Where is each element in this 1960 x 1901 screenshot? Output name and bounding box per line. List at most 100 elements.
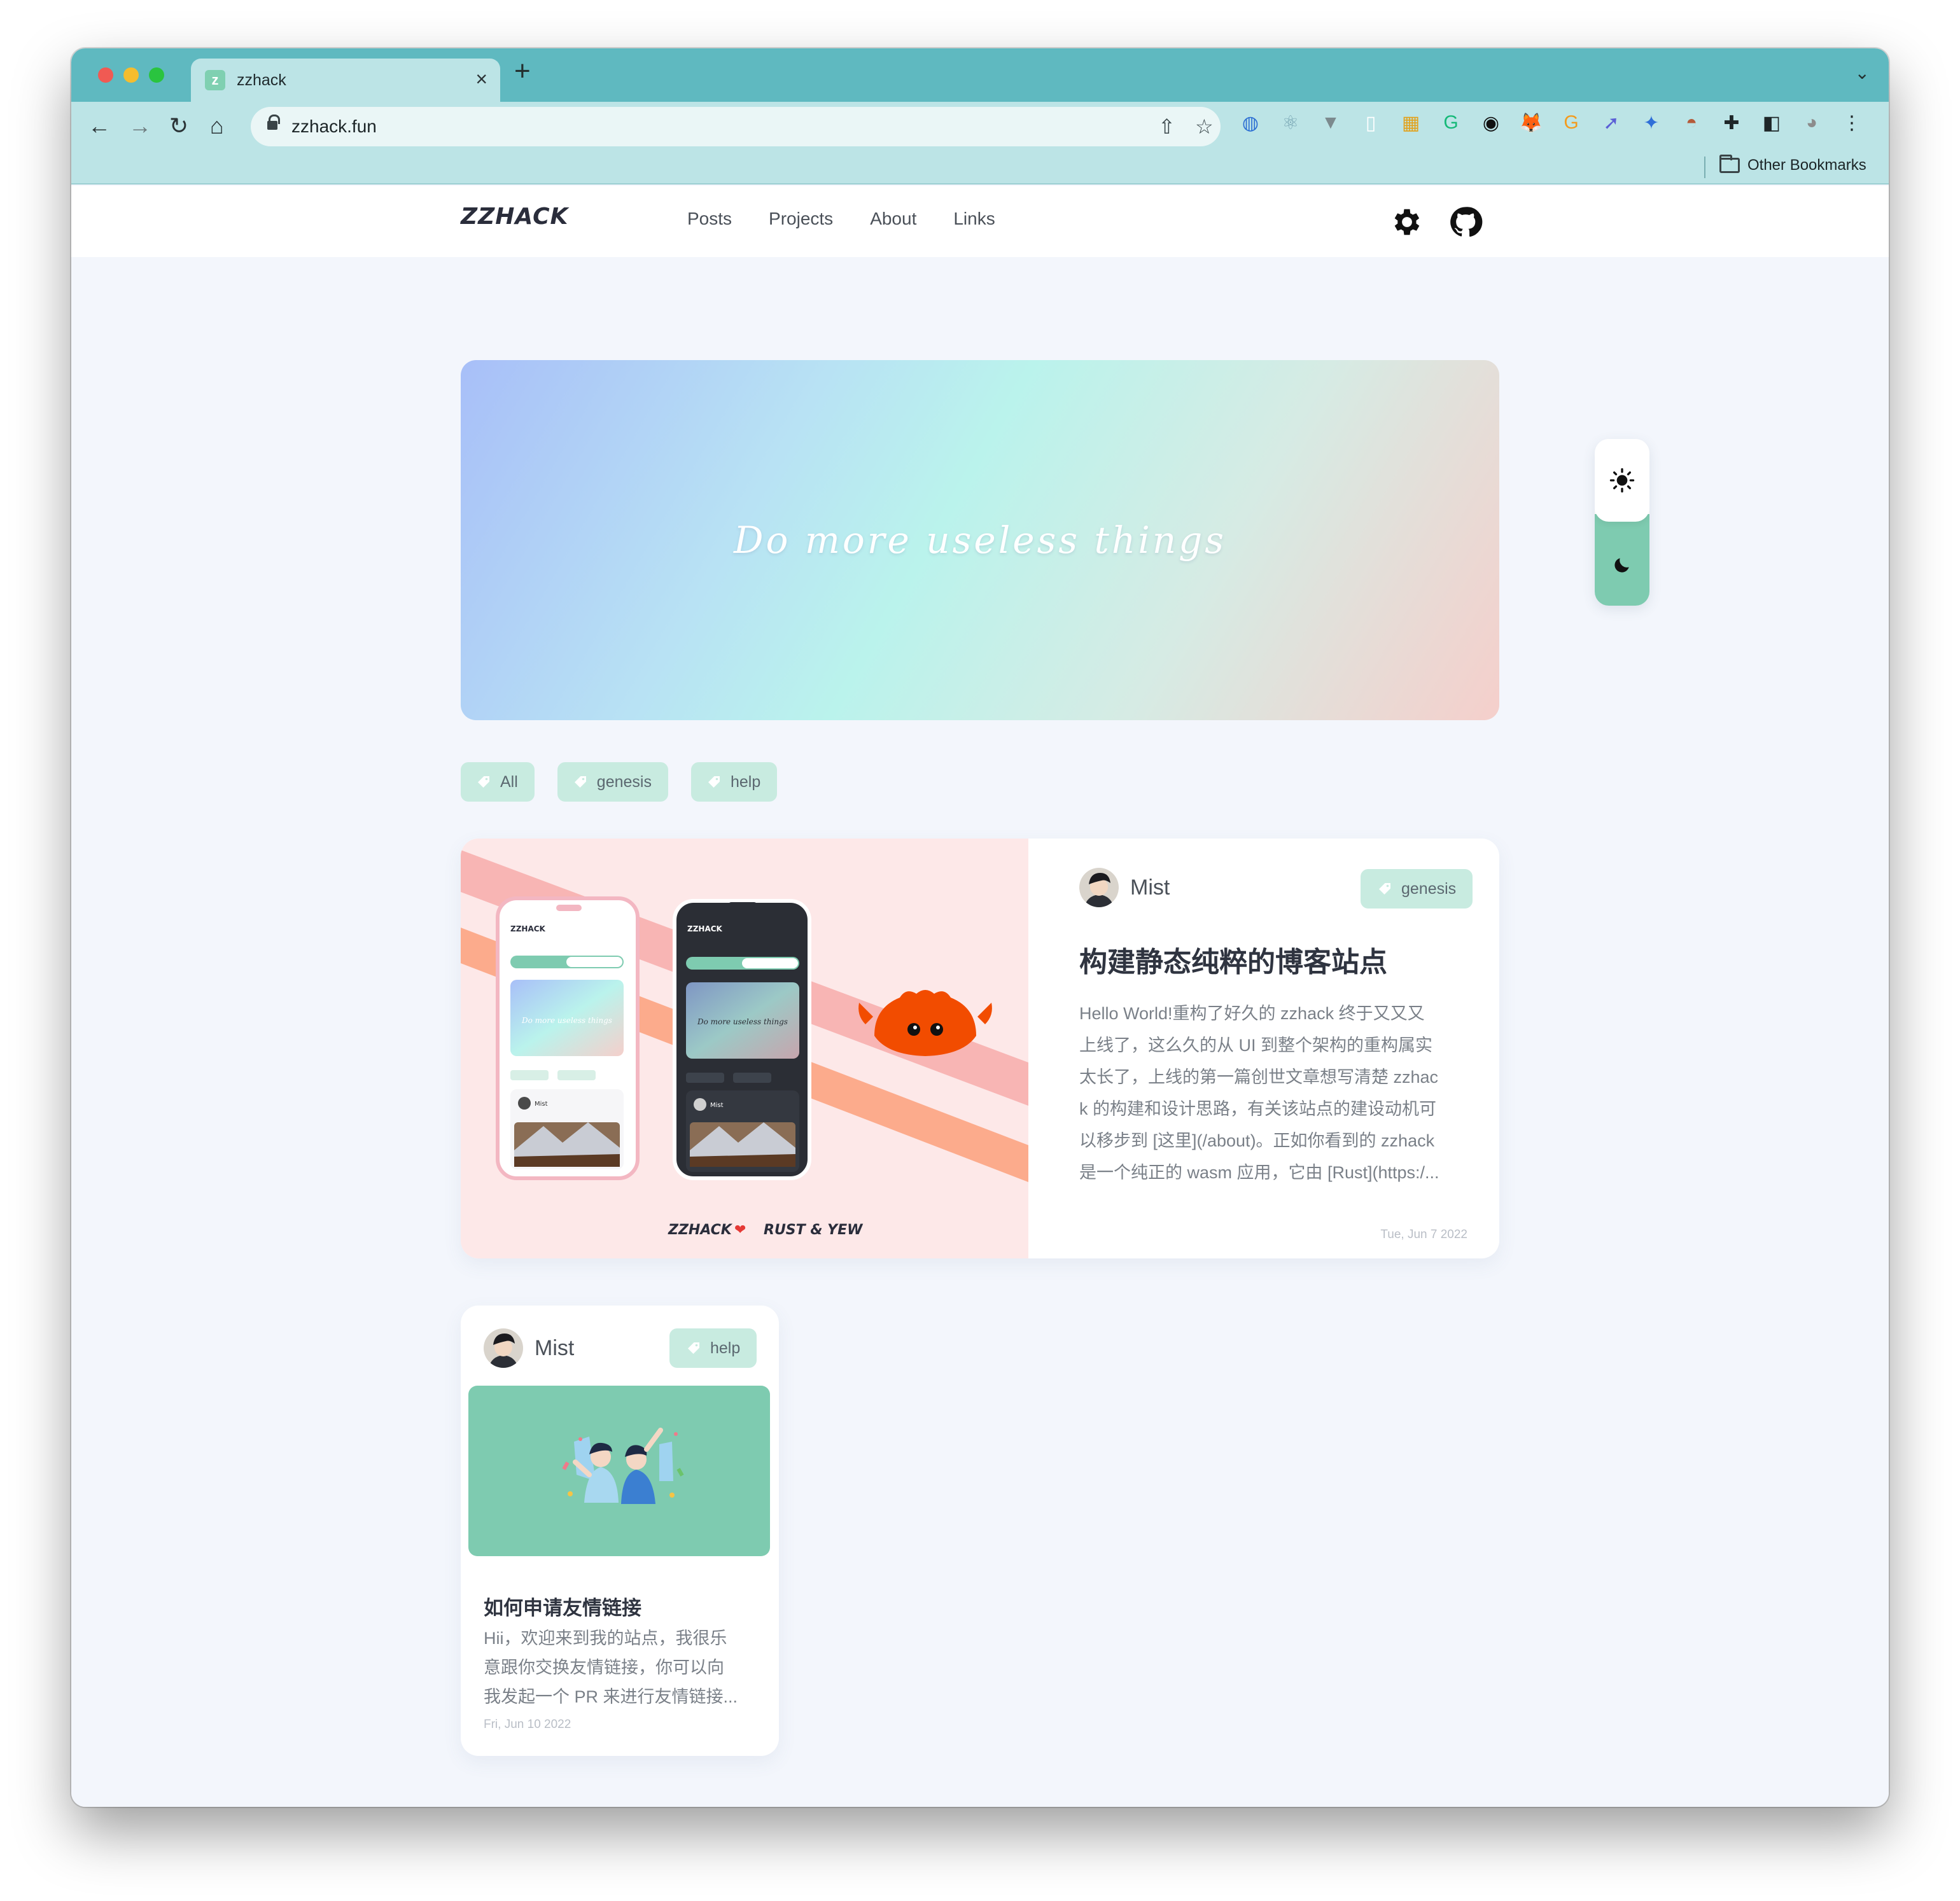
metamask-icon[interactable]: 🦊 [1518, 109, 1544, 136]
settings-gear-icon[interactable] [1390, 205, 1424, 239]
tab-favicon-icon: z [205, 70, 225, 90]
browser-tab[interactable]: z zzhack × [191, 59, 500, 102]
tag-filter-all[interactable]: All [461, 762, 535, 802]
browser-window: z zzhack × + ⌄ ← → ↻ ⌂ zzhack.fun ⇧ ☆ ◍ ⚛… [71, 48, 1889, 1807]
post-title[interactable]: 如何申请友情链接 [484, 1592, 641, 1620]
tag-filter-list: All genesis help [461, 762, 778, 802]
browser-toolbar: ← → ↻ ⌂ zzhack.fun ⇧ ☆ ◍ ⚛ ▼ ▯ ▦ G ◉ 🦊 G ➚ ✦ ◓ ✚ ◧ ◕ ⋮ … [71, 102, 1889, 185]
post-date: Tue, Jun 7 2022 [1380, 1228, 1467, 1241]
browser-titlebar: z zzhack × + ⌄ [71, 48, 1889, 102]
dark-mode-button[interactable] [1595, 514, 1649, 606]
tab-close-icon[interactable]: × [475, 67, 487, 91]
url-text[interactable]: zzhack.fun [291, 116, 377, 137]
extensions-row: ◍ ⚛ ▼ ▯ ▦ G ◉ 🦊 G ➚ ✦ ◓ ✚ ◧ ◕ ⋮ [1237, 109, 1865, 135]
back-button[interactable]: ← [88, 115, 111, 137]
lock-icon[interactable] [267, 115, 280, 132]
bookmarks-separator [1704, 157, 1705, 178]
phone-hero-text: Do more useless things [521, 1016, 612, 1025]
reload-button[interactable]: ↻ [169, 115, 188, 137]
page-content: ZZHACK Posts Projects About Links Do mor… [71, 186, 1889, 1807]
color-ext-icon[interactable]: ▦ [1397, 109, 1424, 136]
post-tag-genesis[interactable]: genesis [1361, 869, 1473, 909]
tab-title: zzhack [237, 71, 286, 89]
tag-icon [574, 776, 586, 788]
nav-link-projects[interactable]: Projects [769, 209, 833, 229]
tag-label: All [500, 772, 518, 791]
share-icon[interactable]: ⇧ [1158, 115, 1175, 139]
other-bookmarks[interactable]: Other Bookmarks [1719, 155, 1866, 174]
vue-devtools-icon[interactable]: ▼ [1317, 109, 1344, 136]
post-author[interactable]: Mist [1079, 868, 1170, 907]
address-bar[interactable]: zzhack.fun ⇧ ☆ [251, 107, 1221, 146]
phone-author-dark: Mist [710, 1102, 724, 1109]
excerpt-line: 太长了，上线的第一篇创世文章想写清楚 zzhac [1079, 1068, 1439, 1087]
excerpt-line: 是一个纯正的 wasm 应用，它由 [Rust](https:/... [1079, 1163, 1439, 1182]
puzzle-icon[interactable]: ✚ [1718, 109, 1745, 136]
github-icon[interactable] [1448, 205, 1483, 239]
hero-banner: Do more useless things [461, 360, 1499, 720]
cover-brand-left: ZZHACK [668, 1222, 733, 1238]
excerpt-line: 我发起一个 PR 来进行友情链接... [484, 1687, 738, 1706]
nav-link-posts[interactable]: Posts [687, 209, 732, 229]
moon-icon [1614, 558, 1629, 573]
profile-avatar-icon[interactable]: ◕ [1798, 109, 1825, 136]
sidebar-icon[interactable]: ◧ [1758, 109, 1785, 136]
folder-icon [1719, 155, 1740, 173]
tag-label: help [730, 772, 761, 791]
heart-icon: ❤ [734, 1222, 746, 1238]
cursor-ext-icon[interactable]: ➚ [1598, 109, 1625, 136]
post-tag-label: help [710, 1339, 741, 1357]
theme-switch[interactable] [1595, 439, 1649, 606]
github-ext-icon[interactable]: ◉ [1478, 109, 1504, 136]
home-button[interactable]: ⌂ [210, 115, 224, 137]
maximize-window-button[interactable] [149, 67, 164, 83]
post-excerpt: Hello World!重构了好久的 zzhack 终于又又又 上线了，这么久的… [1079, 998, 1474, 1188]
phone-hero-text-dark: Do more useless things [697, 1017, 788, 1026]
phone-logo-dark: ZZHACK [687, 924, 723, 933]
post-tag-help[interactable]: help [669, 1328, 757, 1368]
phone-author: Mist [535, 1101, 548, 1108]
excerpt-line: Hii，欢迎来到我的站点，我很乐 [484, 1629, 727, 1648]
privacy-ext-icon[interactable]: ◍ [1237, 109, 1264, 136]
kebab-menu-icon[interactable]: ⋮ [1838, 109, 1865, 136]
post-card-body: Mist genesis 构建静态纯粹的博客站点 Hello World!重构了… [1079, 839, 1473, 1258]
excerpt-line: 上线了，这么久的从 UI 到整个架构的重构属实 [1079, 1036, 1433, 1055]
tag-icon [1379, 883, 1390, 895]
post-card-help[interactable]: Mist help 如何申请友情链接 Hii，欢迎来到我的站点，我很乐 意跟你交… [461, 1306, 779, 1756]
new-tab-button[interactable]: + [514, 57, 531, 85]
friends-illustration [562, 1428, 684, 1504]
post-excerpt: Hii，欢迎来到我的站点，我很乐 意跟你交换友情链接，你可以向 我发起一个 PR… [484, 1624, 757, 1711]
post-title[interactable]: 构建静态纯粹的博客站点 [1079, 939, 1387, 980]
close-window-button[interactable] [98, 67, 113, 83]
bookmark-ext-icon[interactable]: ▯ [1357, 109, 1384, 136]
tag-filter-genesis[interactable]: genesis [557, 762, 668, 802]
site-logo[interactable]: ZZHACK [461, 204, 568, 230]
author-name: Mist [1130, 875, 1170, 900]
post-cover-image [468, 1386, 770, 1556]
excerpt-line: k 的构建和设计思路，有关该站点的建设动机可 [1079, 1099, 1437, 1118]
hero-slogan: Do more useless things [733, 519, 1226, 562]
nav-link-about[interactable]: About [870, 209, 916, 229]
site-nav: Posts Projects About Links [687, 209, 995, 229]
nav-link-links[interactable]: Links [953, 209, 995, 229]
bookmark-star-icon[interactable]: ☆ [1195, 115, 1214, 139]
light-mode-button[interactable] [1595, 439, 1649, 522]
author-avatar [484, 1328, 523, 1368]
tag-icon [478, 776, 489, 788]
cover-brand-right: RUST & YEW [764, 1222, 864, 1238]
react-devtools-icon[interactable]: ⚛ [1277, 109, 1304, 136]
orange-ext-icon[interactable]: G [1558, 109, 1585, 136]
author-avatar [1079, 868, 1119, 907]
minimize-window-button[interactable] [123, 67, 139, 83]
post-card-genesis[interactable]: ZZHACK Do more useless things Mist ZZHAC… [461, 839, 1499, 1258]
owl-ext-icon[interactable]: ◓ [1678, 109, 1705, 136]
forward-button[interactable]: → [129, 115, 151, 137]
excerpt-line: 以移步到 [这里](/about)。正如你看到的 zzhack [1079, 1131, 1435, 1150]
tag-filter-help[interactable]: help [690, 762, 778, 802]
tab-search-chevron-icon[interactable]: ⌄ [1855, 62, 1870, 83]
grammarly-icon[interactable]: G [1438, 109, 1464, 136]
phone-logo: ZZHACK [510, 924, 546, 933]
post-author[interactable]: Mist [484, 1328, 574, 1368]
tag-icon [708, 776, 720, 788]
satellite-ext-icon[interactable]: ✦ [1638, 109, 1665, 136]
